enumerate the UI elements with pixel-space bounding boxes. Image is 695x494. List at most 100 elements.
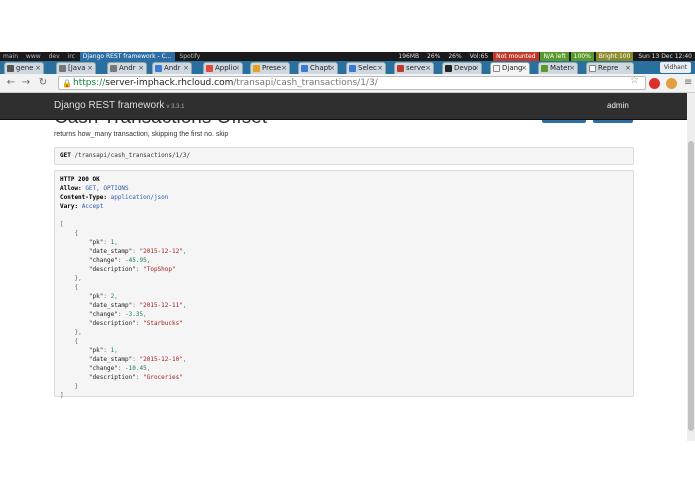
tab-title: serve	[406, 64, 426, 72]
request-method: GET	[60, 152, 71, 159]
tab-close-icon[interactable]: ×	[138, 63, 144, 74]
url-scheme: https://	[73, 78, 106, 88]
request-info: GET /transapi/cash_transactions/1/3/	[54, 147, 634, 165]
workspace-www[interactable]: www	[23, 52, 44, 61]
browser-tab[interactable]: Chapt ×	[298, 62, 338, 74]
tab-favicon	[253, 65, 260, 72]
tab-close-icon[interactable]: ×	[625, 63, 631, 74]
browser-tab[interactable]: Andr ×	[152, 62, 192, 74]
tab-close-icon[interactable]: ×	[521, 63, 527, 74]
bookmark-star-icon[interactable]: ☆	[630, 75, 639, 86]
browser-toolbar: ← → ↻ 🔒 https://server-imphack.rhcloud.co…	[0, 74, 695, 93]
profile-button[interactable]: Vidhant	[659, 62, 691, 73]
tab-title: Prese	[262, 64, 282, 72]
response-header: Allow: GET, OPTIONS	[60, 185, 129, 192]
browser-tab[interactable]: serve ×	[394, 62, 434, 74]
menu-icon[interactable]: ≡	[684, 77, 692, 88]
tab-close-icon[interactable]: ×	[281, 63, 287, 74]
request-path: /transapi/cash_transactions/1/3/	[74, 152, 191, 159]
browser-tab[interactable]: Devpo ×	[442, 62, 482, 74]
tab-favicon	[110, 65, 117, 72]
tab-title: [Java	[68, 64, 86, 72]
scrollbar-thumb[interactable]	[688, 141, 694, 431]
clock: Sun 13 Dec 12:40	[638, 53, 692, 60]
spotify-status: Spotify	[179, 53, 201, 60]
battery-left-status: N/A left	[540, 52, 569, 61]
workspace-dev[interactable]: dev	[46, 52, 63, 61]
tab-favicon	[301, 65, 308, 72]
tab-favicon	[155, 65, 162, 72]
json-array-open: [	[60, 221, 64, 228]
response-info: HTTP 200 OK Allow: GET, OPTIONS Content-…	[54, 170, 634, 400]
response-header: Vary: Accept	[60, 203, 104, 210]
tab-close-icon[interactable]: ×	[377, 63, 383, 74]
json-field-description: "description": "TopShop"	[88, 266, 176, 273]
workspace-main[interactable]: main	[0, 52, 21, 61]
browser-tab[interactable]: Prese ×	[250, 62, 290, 74]
json-object-open: {	[74, 284, 79, 291]
browser-tab[interactable]: Andr ×	[107, 62, 147, 74]
tab-close-icon[interactable]: ×	[234, 63, 240, 74]
extension-icon[interactable]	[666, 78, 677, 89]
browser-tab-active[interactable]: Djang ×	[490, 62, 530, 74]
volume-status: Vol:65	[469, 53, 489, 60]
response-body: [ { "pk": 1, "date_stamp": "2015-12-12",…	[60, 220, 628, 400]
tab-close-icon[interactable]: ×	[87, 63, 93, 74]
tab-favicon	[59, 65, 66, 72]
browser-tab[interactable]: gene ×	[4, 62, 44, 74]
json-field-description: "description": "Groceries"	[88, 374, 183, 381]
lock-icon: 🔒	[62, 79, 72, 88]
browser-tab[interactable]: Applic ×	[203, 62, 243, 74]
tab-close-icon[interactable]: ×	[473, 63, 479, 74]
battery-percent-status: 100%	[570, 52, 594, 61]
tab-title: Selec	[358, 64, 377, 72]
url-host: server-imphack.rhcloud.com	[105, 78, 234, 88]
tab-title: gene	[16, 64, 34, 72]
browser-tab[interactable]: [Java ×	[56, 62, 96, 74]
browser-tab[interactable]: Mater ×	[538, 62, 578, 74]
response-status: HTTP 200 OK	[60, 176, 100, 183]
json-field-pk: "pk": 1,	[88, 347, 118, 354]
tab-close-icon[interactable]: ×	[425, 63, 431, 74]
memory-status: 196MB	[398, 53, 420, 60]
tab-favicon	[349, 65, 356, 72]
top-navbar: Django REST framework v 3.3.1 admin	[0, 93, 687, 120]
tab-close-icon[interactable]: ×	[35, 63, 41, 74]
json-field-description: "description": "Starbucks"	[88, 320, 183, 327]
tab-favicon	[445, 65, 452, 72]
json-array-close: ]	[60, 392, 64, 399]
tab-title: Repre	[598, 64, 619, 72]
brand-version: v 3.3.1	[166, 104, 185, 110]
brightness-status: Bright:100	[595, 52, 634, 61]
cpu-status-1: 26%	[427, 53, 441, 60]
reload-icon[interactable]: ↻	[37, 77, 49, 89]
tab-favicon	[206, 65, 213, 72]
page-viewport: Cash Transactions Offset Django REST fra…	[0, 93, 687, 441]
tab-title: Chapt	[310, 64, 331, 72]
tab-title: Djang	[502, 64, 523, 72]
forward-arrow-icon[interactable]: →	[20, 77, 32, 89]
url-path: /transapi/cash_transactions/1/3/	[233, 78, 378, 88]
vertical-scrollbar[interactable]	[687, 93, 695, 441]
json-field-date-stamp: "date_stamp": "2015-12-10",	[88, 356, 187, 363]
tab-close-icon[interactable]: ×	[569, 63, 575, 74]
json-object-open: {	[74, 230, 79, 237]
brand[interactable]: Django REST framework v 3.3.1	[54, 100, 184, 111]
workspace-irc[interactable]: irc	[65, 52, 78, 61]
workspace-list: main www dev irc Django REST framework -…	[0, 52, 203, 61]
json-field-change: "change": -3.35,	[88, 311, 147, 318]
active-window-title: Django REST framework - C...	[79, 52, 175, 61]
back-arrow-icon[interactable]: ←	[5, 77, 17, 89]
json-field-change: "change": -45.95,	[88, 257, 151, 264]
tab-close-icon[interactable]: ×	[329, 63, 335, 74]
tab-title: Andr	[119, 64, 136, 72]
tab-close-icon[interactable]: ×	[183, 63, 189, 74]
adblock-icon[interactable]	[649, 78, 660, 89]
address-bar[interactable]: 🔒 https://server-imphack.rhcloud.com/tran…	[58, 76, 646, 90]
user-menu[interactable]: admin	[607, 101, 629, 110]
browser-tab[interactable]: Repre ×	[586, 62, 634, 74]
view-description: returns how_many transaction, skipping t…	[54, 131, 229, 138]
browser-tab[interactable]: Selec ×	[346, 62, 386, 74]
json-field-date-stamp: "date_stamp": "2015-12-11",	[88, 302, 187, 309]
json-field-date-stamp: "date_stamp": "2015-12-12",	[88, 248, 187, 255]
